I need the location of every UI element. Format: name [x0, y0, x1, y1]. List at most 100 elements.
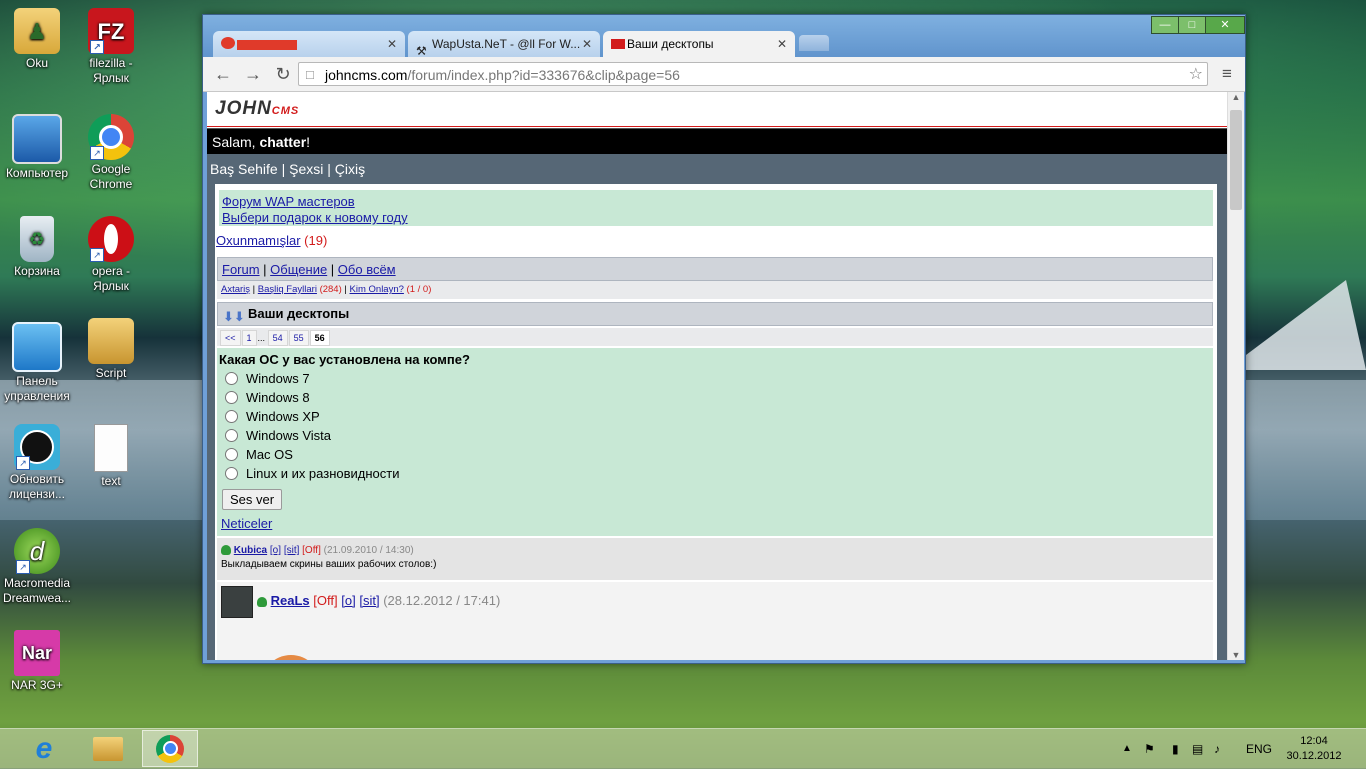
post-first: Kubica [o] [sit] [Off] (21.09.2010 / 14:…	[217, 538, 1213, 580]
unread-link[interactable]: Oxunmamışlar	[216, 233, 301, 248]
desktop-icon-filezilla[interactable]: FZ ↗ filezilla - Ярлык	[74, 8, 148, 86]
breadcrumb-about-all[interactable]: Обо всём	[338, 262, 396, 277]
desktop-icon-oku[interactable]: ♟ Oku	[0, 8, 74, 71]
site-logo[interactable]: JOHNCMS	[215, 98, 299, 120]
post-author-link[interactable]: Kubica	[234, 545, 267, 556]
maximize-button[interactable]: □	[1178, 16, 1206, 34]
separator: |	[341, 284, 350, 295]
desktop-icon-label: filezilla - Ярлык	[89, 56, 133, 85]
promo-link-new-year-gift[interactable]: Выбери подарок к новому году	[222, 210, 408, 225]
post-quote-link[interactable]: [sit]	[284, 545, 300, 556]
desktop-icon-label: opera - Ярлык	[91, 264, 131, 293]
scroll-thumb[interactable]	[1230, 110, 1242, 210]
scroll-down-icon[interactable]: ▼	[1228, 650, 1244, 660]
poll-option[interactable]: Windows Vista	[219, 426, 1213, 445]
taskbar-ie[interactable]: e	[16, 730, 72, 767]
desktop-icon-dreamweaver[interactable]: d ↗ Macromedia Dreamwea...	[0, 528, 74, 606]
post-o-link[interactable]: [o]	[270, 545, 281, 556]
desktop-icon-text[interactable]: text	[74, 424, 148, 489]
poll-question: Какая ОС у вас установлена на компе?	[219, 352, 470, 367]
desktop-icon-chrome[interactable]: ↗ Google Chrome	[74, 114, 148, 192]
volume-icon[interactable]: ♪	[1214, 729, 1220, 769]
poll-option-label: Windows 7	[246, 371, 310, 386]
breadcrumb-forum[interactable]: Forum	[222, 262, 260, 277]
menu-profile-link[interactable]: Şexsi	[289, 161, 323, 177]
breadcrumb-general[interactable]: Общение	[270, 262, 327, 277]
flag-icon[interactable]: ⚑	[1144, 729, 1155, 769]
user-status: [Off]	[302, 545, 321, 556]
menu-exit-link[interactable]: Çixiş	[335, 161, 365, 177]
nar-3g-icon: Nar	[14, 630, 60, 676]
close-window-button[interactable]: ✕	[1205, 16, 1245, 34]
text-file-icon	[94, 424, 128, 472]
battery-icon[interactable]: ▮	[1172, 729, 1179, 769]
poll-option[interactable]: Windows 7	[219, 369, 1213, 388]
close-tab-icon[interactable]: ✕	[582, 31, 592, 57]
reload-button[interactable]: ↻	[273, 64, 293, 84]
avatar[interactable]	[221, 586, 253, 618]
desktop-icon-control-panel[interactable]: Панель управления	[0, 322, 74, 404]
new-tab-button[interactable]	[799, 35, 829, 51]
file-explorer-icon	[93, 736, 123, 761]
post-author-link[interactable]: ReaLs	[271, 593, 310, 608]
poll-option[interactable]: Mac OS	[219, 445, 1213, 464]
network-icon[interactable]: ▤	[1192, 729, 1203, 769]
taskbar-explorer[interactable]	[80, 730, 136, 767]
radio-button[interactable]	[225, 410, 238, 423]
close-tab-icon[interactable]: ✕	[387, 31, 397, 57]
desktop-icon-opera[interactable]: ↗ opera - Ярлык	[74, 216, 148, 294]
radio-button[interactable]	[225, 467, 238, 480]
address-bar[interactable]: □ johncms.com/forum/index.php?id=333676&…	[298, 62, 1208, 86]
separator: |	[250, 284, 258, 295]
scroll-up-icon[interactable]: ▲	[1228, 92, 1244, 102]
page-1[interactable]: 1	[241, 330, 257, 346]
poll-option[interactable]: Linux и их разновидности	[219, 464, 1213, 483]
language-indicator[interactable]: ENG	[1246, 729, 1272, 769]
search-link[interactable]: Axtariş	[221, 284, 250, 295]
who-online-link[interactable]: Kim Onlayn?	[350, 284, 404, 295]
topic-files-link[interactable]: Başliq Fayllari	[258, 284, 317, 295]
poll-option[interactable]: Windows 8	[219, 388, 1213, 407]
back-button[interactable]: ←	[213, 64, 233, 84]
tab-3-active[interactable]: Ваши десктопы ✕	[603, 31, 795, 57]
page-first[interactable]: <<	[220, 330, 241, 346]
tab-2[interactable]: ⚒ WapUsta.NeT - @ll For W... ✕	[408, 31, 600, 57]
post-image	[261, 655, 321, 660]
minimize-button[interactable]: —	[1151, 16, 1179, 34]
breadcrumb: Forum | Общение | Обо всём	[217, 257, 1213, 281]
radio-button[interactable]	[225, 429, 238, 442]
page-current: 56	[309, 330, 330, 346]
radio-button[interactable]	[225, 448, 238, 461]
desktop-icon-nar3g[interactable]: Nar NAR 3G+	[0, 630, 74, 693]
poll-results-link[interactable]: Neticeler	[221, 516, 1213, 531]
double-down-arrow-icon[interactable]: ⬇⬇	[223, 306, 245, 328]
radio-button[interactable]	[225, 391, 238, 404]
desktop-icon-recycle-bin[interactable]: ♻ Корзина	[0, 216, 74, 279]
poll-option-label: Windows 8	[246, 390, 310, 405]
menu-icon[interactable]: ≡	[1217, 64, 1237, 84]
page-55[interactable]: 55	[288, 330, 309, 346]
tab-1[interactable]: ✕	[213, 31, 405, 57]
bookmark-star-icon[interactable]: ☆	[1189, 63, 1203, 87]
taskbar-chrome[interactable]	[142, 730, 198, 767]
page-54[interactable]: 54	[267, 330, 288, 346]
vote-button[interactable]: Ses ver	[222, 489, 283, 510]
radio-button[interactable]	[225, 372, 238, 385]
desktop-icon-computer[interactable]: Компьютер	[0, 114, 74, 181]
vertical-scrollbar[interactable]: ▲ ▼	[1227, 92, 1244, 660]
post-o-link[interactable]: [o]	[341, 593, 355, 608]
poll-box: Какая ОС у вас установлена на компе? Win…	[217, 348, 1213, 536]
close-tab-icon[interactable]: ✕	[777, 31, 787, 57]
main-menu: Baş Sehife | Şexsi | Çixiş Форум WAP мас…	[207, 154, 1227, 660]
post-quote-link[interactable]: [sit]	[359, 593, 379, 608]
title-bar[interactable]: — □ ✕ ✕ ⚒ WapUsta.NeT - @ll For W... ✕ В…	[203, 15, 1245, 59]
promo-link-wap-forum[interactable]: Форум WAP мастеров	[222, 194, 355, 209]
desktop-icon-update-license[interactable]: ↗ Обновить лицензи...	[0, 424, 74, 502]
poll-option[interactable]: Windows XP	[219, 407, 1213, 426]
show-hidden-icons[interactable]: ▲	[1122, 729, 1132, 769]
clock[interactable]: 12:04 30.12.2012	[1284, 734, 1344, 764]
menu-home-link[interactable]: Baş Sehife	[210, 161, 278, 177]
forward-button[interactable]: →	[243, 64, 263, 84]
redacted-mark	[237, 39, 297, 50]
desktop-icon-script[interactable]: Script	[74, 318, 148, 381]
